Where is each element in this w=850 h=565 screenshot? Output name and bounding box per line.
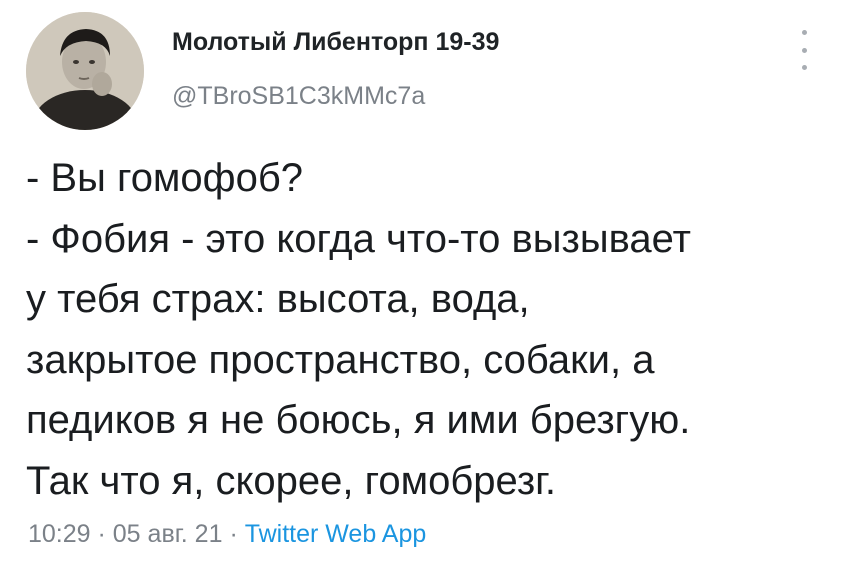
author-handle[interactable]: @TBroSB1C3kMMc7a (172, 82, 425, 111)
tweet-line: - Вы гомофоб? (26, 156, 303, 200)
tweet-line: - Фобия - это когда что-то вызывает (26, 216, 691, 261)
tweet-line: закрытое пространство, собаки, а (26, 337, 655, 382)
tweet-meta: 10:29 · 05 авг. 21 · Twitter Web App (28, 520, 426, 549)
tweet-line: у тебя страх: высота, вода, (26, 277, 530, 321)
tweet-text: - Вы гомофоб? - Фобия - это когда что-то… (26, 148, 841, 511)
more-vertical-icon[interactable] (796, 30, 812, 70)
tweet-line: педиков я не боюсь, я ими брезгую. (26, 398, 691, 442)
tweet-card: Молотый Либенторп 19-39 @TBroSB1C3kMMc7a… (0, 0, 850, 565)
menu-dot (801, 65, 807, 70)
avatar[interactable] (26, 12, 144, 130)
tweet-time[interactable]: 10:29 (28, 520, 91, 548)
meta-separator: · (90, 520, 113, 548)
menu-dot (801, 30, 807, 35)
tweet-source-link[interactable]: Twitter Web App (245, 520, 427, 548)
tweet-line: Так что я, скорее, гомобрезг. (26, 458, 556, 503)
menu-dot (801, 47, 807, 53)
author-display-name[interactable]: Молотый Либенторп 19-39 (172, 28, 499, 57)
tweet-date[interactable]: 05 авг. 21 (113, 520, 223, 548)
avatar-photo (26, 12, 144, 130)
meta-separator: · (222, 520, 245, 548)
